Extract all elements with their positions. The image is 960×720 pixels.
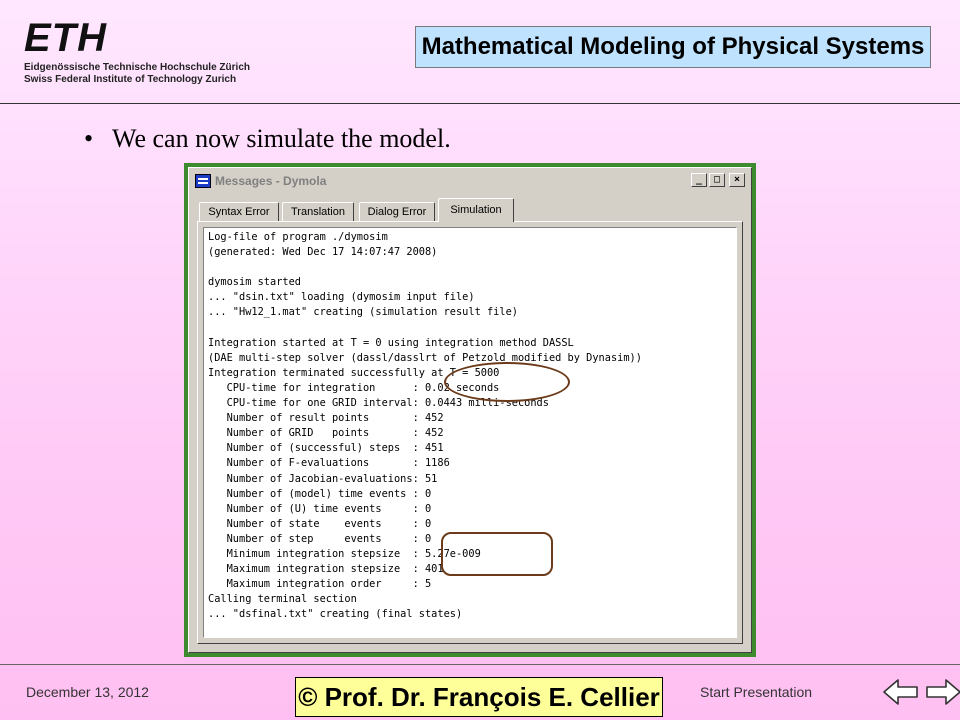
log-line: Number of GRID points : 452	[208, 427, 444, 440]
log-line: Number of Jacobian-evaluations: 51	[208, 472, 438, 485]
log-line: Maximum integration order : 5	[208, 578, 432, 591]
tab-syntax-error[interactable]: Syntax Error	[199, 202, 279, 222]
footer-divider	[0, 664, 960, 665]
window-controls: _ □ ×	[691, 173, 745, 187]
tab-simulation[interactable]: Simulation	[438, 198, 514, 222]
log-line: Number of F-evaluations : 1186	[208, 457, 450, 470]
window-title: Messages - Dymola	[215, 174, 327, 188]
minimize-button[interactable]: _	[691, 173, 707, 187]
log-line: Number of (model) time events : 0	[208, 487, 432, 500]
bullet-text: We can now simulate the model.	[112, 124, 451, 153]
simulation-tab-panel: Log-file of program ./dymosim (generated:…	[197, 221, 743, 644]
log-line: Number of result points : 452	[208, 412, 444, 425]
log-line: Log-file of program ./dymosim	[208, 231, 388, 243]
log-line: Number of state events : 0	[208, 517, 432, 530]
log-line: (DAE multi-step solver (dassl/dasslrt of…	[208, 351, 642, 364]
next-slide-icon[interactable]	[924, 678, 960, 706]
highlight-cpu-time	[444, 362, 570, 402]
log-line: ... "dsin.txt" loading (dymosim input fi…	[208, 291, 475, 304]
tab-strip: Syntax Error Translation Dialog Error Si…	[199, 196, 751, 222]
tab-dialog-error[interactable]: Dialog Error	[359, 202, 435, 222]
log-line: Integration started at T = 0 using integ…	[208, 336, 574, 349]
eth-logo-line2: Swiss Federal Institute of Technology Zu…	[24, 74, 237, 85]
messages-window: Messages - Dymola _ □ × Syntax Error Tra…	[188, 167, 752, 653]
log-line: Number of (successful) steps : 451	[208, 442, 444, 455]
course-title: Mathematical Modeling of Physical System…	[415, 26, 931, 68]
highlight-stepsizes	[441, 532, 553, 576]
start-presentation-link[interactable]: Start Presentation	[700, 684, 812, 700]
eth-logo: ETH Eidgenössische Technische Hochschule…	[24, 18, 250, 86]
window-titlebar[interactable]: Messages - Dymola _ □ ×	[191, 170, 749, 192]
log-line: (generated: Wed Dec 17 14:07:47 2008)	[208, 246, 438, 259]
log-line: Calling terminal section	[208, 593, 357, 606]
simulation-log[interactable]: Log-file of program ./dymosim (generated:…	[203, 227, 737, 638]
bullet-dot: •	[84, 124, 94, 153]
maximize-button[interactable]: □	[709, 173, 725, 187]
slide-navigation	[882, 678, 960, 706]
dymola-app-icon	[195, 174, 211, 188]
slide-date: December 13, 2012	[26, 684, 149, 700]
screenshot-frame: Messages - Dymola _ □ × Syntax Error Tra…	[184, 163, 756, 657]
log-line: ... "Hw12_1.mat" creating (simulation re…	[208, 306, 518, 319]
bullet-point: • We can now simulate the model.	[84, 124, 451, 154]
log-line: Number of (U) time events : 0	[208, 502, 432, 515]
eth-logo-mark: ETH	[24, 16, 107, 60]
previous-slide-icon[interactable]	[882, 678, 920, 706]
tab-translation[interactable]: Translation	[282, 202, 354, 222]
close-button[interactable]: ×	[729, 173, 745, 187]
author-credit: © Prof. Dr. François E. Cellier	[295, 677, 663, 717]
eth-logo-line1: Eidgenössische Technische Hochschule Zür…	[24, 62, 250, 73]
log-line: dymosim started	[208, 276, 301, 289]
log-line: ... "dsfinal.txt" creating (final states…	[208, 608, 463, 621]
header-divider	[0, 103, 960, 104]
